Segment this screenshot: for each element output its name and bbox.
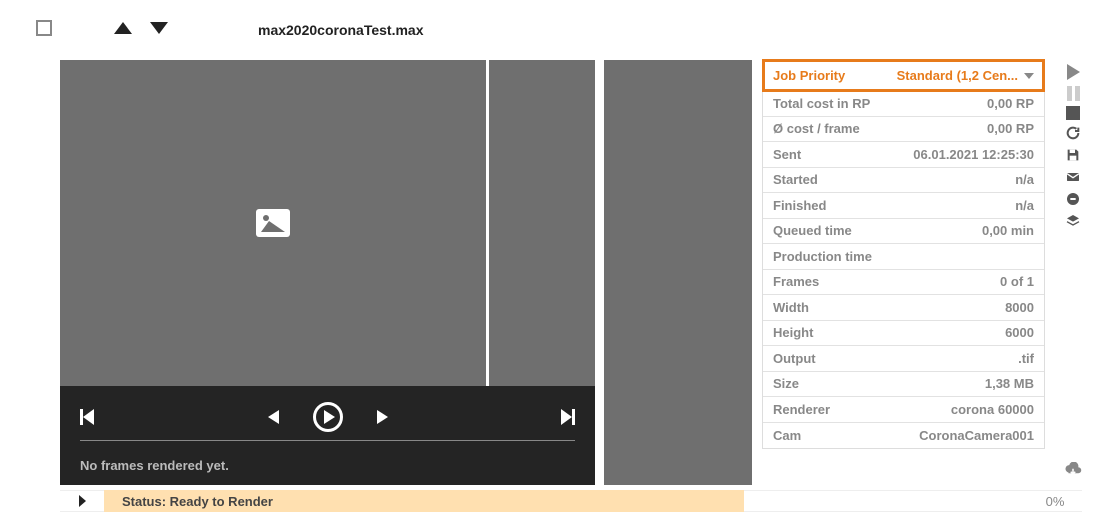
finished-row: Finishedn/a (763, 193, 1044, 219)
restart-job-icon[interactable] (1064, 124, 1082, 142)
prev-frame-icon[interactable] (268, 410, 279, 424)
move-up-icon[interactable] (114, 22, 132, 34)
info-job-icon[interactable] (1064, 190, 1082, 208)
status-bar: Status: Ready to Render 0% (60, 490, 1082, 512)
cam-row: CamCoronaCamera001 (763, 423, 1044, 449)
image-placeholder-icon (256, 209, 290, 237)
preview-panel: No frames rendered yet. (60, 60, 595, 485)
next-frame-icon[interactable] (377, 410, 388, 424)
avg-cost-row: Ø cost / frame0,00 RP (763, 117, 1044, 143)
layers-job-icon[interactable] (1064, 212, 1082, 230)
job-properties-panel: Job Priority Standard (1,2 Cen... Total … (762, 60, 1045, 449)
progress-percent: 0% (1028, 490, 1082, 512)
move-down-icon[interactable] (150, 22, 168, 34)
job-priority-row[interactable]: Job Priority Standard (1,2 Cen... (762, 59, 1045, 92)
sent-row: Sent06.01.2021 12:25:30 (763, 142, 1044, 168)
skip-end-icon[interactable] (561, 409, 575, 425)
status-text: Status: Ready to Render (104, 490, 744, 512)
job-filename: max2020coronaTest.max (258, 22, 424, 38)
started-row: Startedn/a (763, 168, 1044, 194)
expand-status-icon[interactable] (60, 490, 104, 512)
mail-job-icon[interactable] (1064, 168, 1082, 186)
dropdown-caret-icon (1024, 73, 1034, 79)
frames-row: Frames0 of 1 (763, 270, 1044, 296)
preview-side (489, 60, 595, 386)
save-job-icon[interactable] (1064, 146, 1082, 164)
download-cloud-icon[interactable] (1064, 462, 1082, 478)
width-row: Width8000 (763, 295, 1044, 321)
preview-main (60, 60, 486, 386)
start-job-icon[interactable] (1067, 64, 1080, 80)
stop-job-icon[interactable] (1066, 106, 1080, 120)
no-frames-text: No frames rendered yet. (80, 458, 229, 473)
play-button[interactable] (313, 402, 343, 432)
skip-start-icon[interactable] (80, 409, 94, 425)
pause-job-icon[interactable] (1064, 84, 1082, 102)
select-job-checkbox[interactable] (36, 20, 52, 36)
thumbnail-column (604, 60, 752, 485)
queued-row: Queued time0,00 min (763, 219, 1044, 245)
renderer-row: Renderercorona 60000 (763, 397, 1044, 423)
timeline-track[interactable] (80, 440, 575, 441)
production-row: Production time (763, 244, 1044, 270)
size-row: Size1,38 MB (763, 372, 1044, 398)
right-toolbar (1064, 64, 1082, 230)
output-row: Output.tif (763, 346, 1044, 372)
total-cost-row: Total cost in RP0,00 RP (763, 91, 1044, 117)
height-row: Height6000 (763, 321, 1044, 347)
